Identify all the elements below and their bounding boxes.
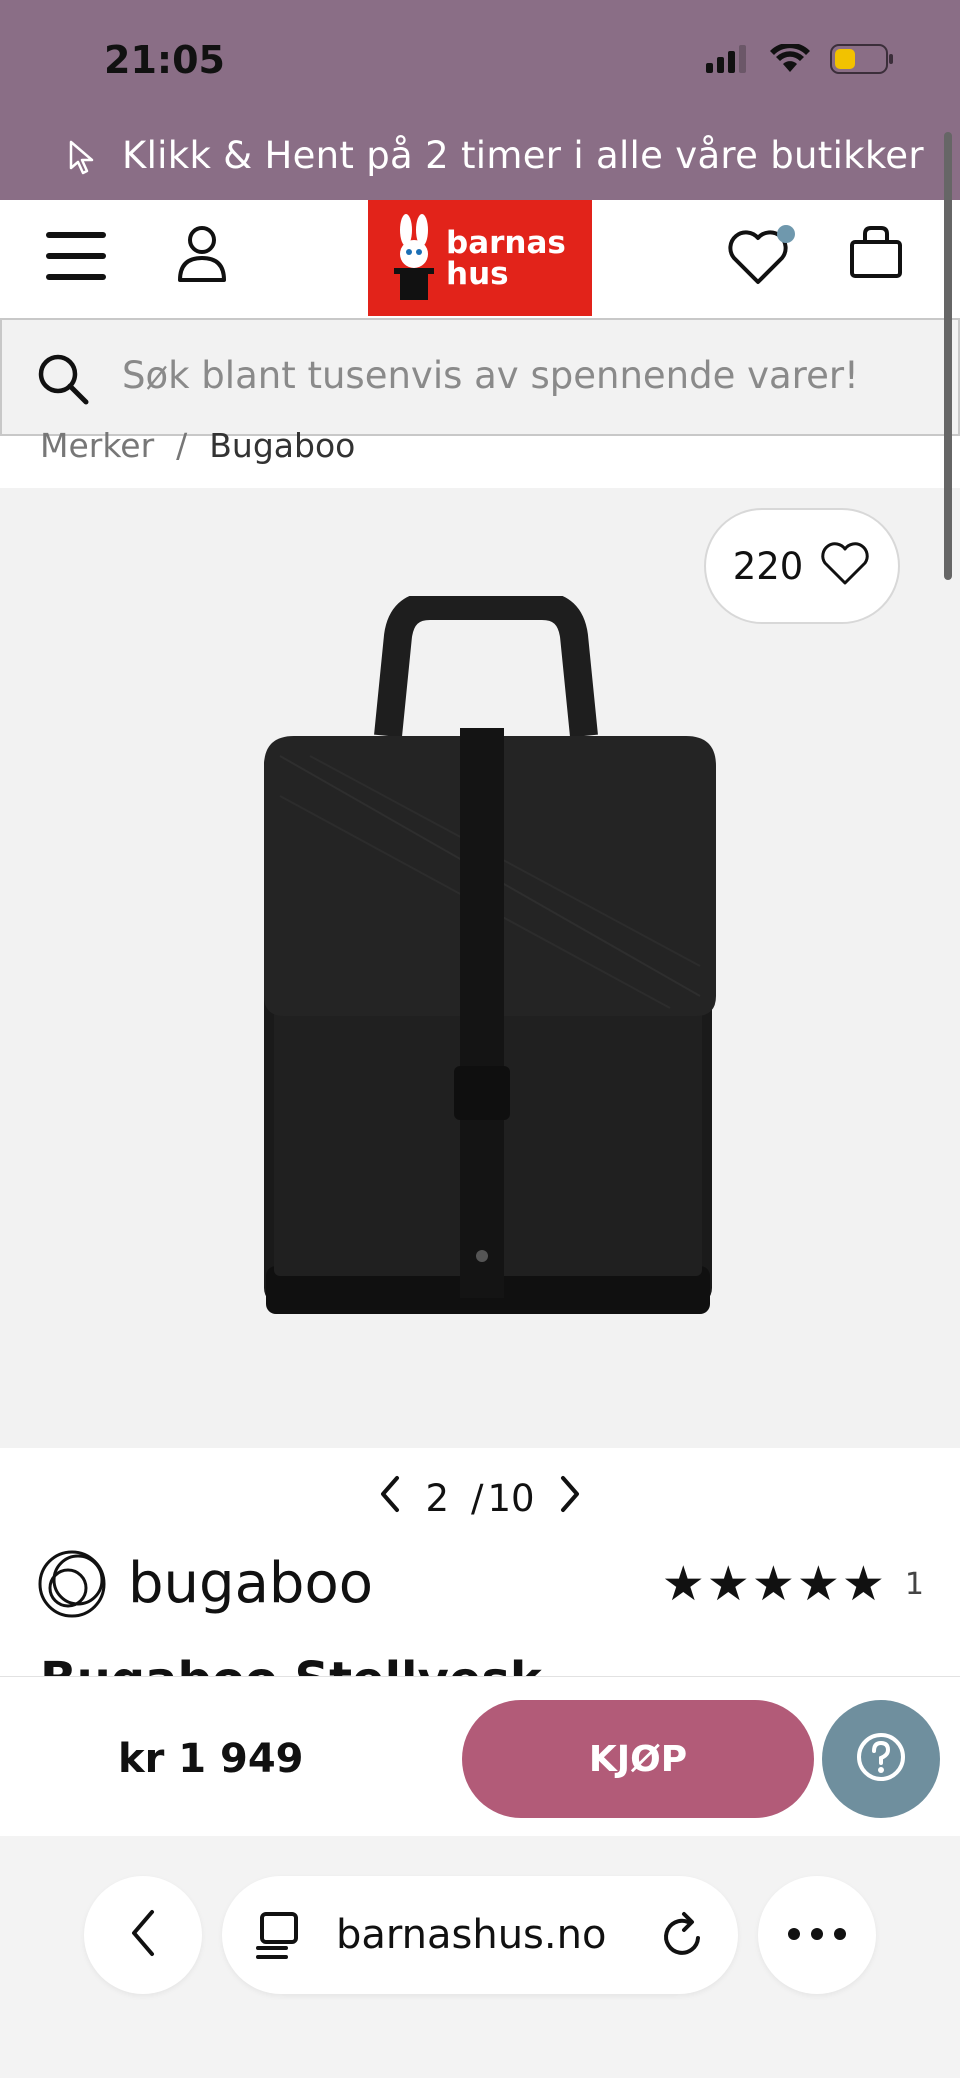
product-rating[interactable]: ★★★★★ 1 xyxy=(662,1556,924,1612)
favorite-button[interactable]: 220 xyxy=(704,508,900,624)
rating-stars: ★★★★★ xyxy=(661,1556,887,1612)
menu-icon[interactable] xyxy=(44,228,108,288)
brand-name: bugaboo xyxy=(128,1551,373,1616)
chevron-right-icon[interactable] xyxy=(557,1474,583,1523)
search-bar[interactable] xyxy=(0,318,960,436)
breadcrumb-item-merker[interactable]: Merker xyxy=(40,426,154,465)
logo-text: barnas hus xyxy=(446,228,566,290)
search-icon xyxy=(36,352,90,410)
question-icon xyxy=(855,1731,907,1787)
scrollbar[interactable] xyxy=(944,132,952,580)
pager-separator: / xyxy=(470,1477,484,1520)
chevron-left-icon[interactable] xyxy=(377,1474,403,1523)
cart-icon[interactable] xyxy=(848,224,904,284)
product-price: kr 1 949 xyxy=(118,1736,304,1782)
status-time: 21:05 xyxy=(104,38,225,82)
pager-total: 10 xyxy=(487,1477,535,1520)
back-button[interactable] xyxy=(84,1876,202,1994)
wishlist-icon[interactable] xyxy=(728,222,800,292)
search-input[interactable] xyxy=(122,354,922,397)
more-button[interactable] xyxy=(758,1876,876,1994)
wifi-icon xyxy=(770,42,810,78)
breadcrumb-item-bugaboo[interactable]: Bugaboo xyxy=(209,426,355,465)
url-text: barnashus.no xyxy=(336,1912,607,1958)
address-bar[interactable]: barnashus.no xyxy=(222,1876,738,1994)
buy-button[interactable]: KJØP xyxy=(462,1700,814,1818)
favorite-count: 220 xyxy=(732,544,804,588)
account-icon[interactable] xyxy=(176,224,228,288)
cursor-icon xyxy=(68,140,96,180)
breadcrumb-separator: / xyxy=(176,426,188,465)
backpack-image xyxy=(264,596,716,1314)
signal-icon xyxy=(706,45,750,77)
page-icon xyxy=(256,1912,302,1964)
battery-icon xyxy=(830,44,894,78)
gallery-pager: 2 / 10 xyxy=(0,1474,960,1523)
more-icon xyxy=(787,1926,847,1945)
breadcrumb: Merker / Bugaboo xyxy=(40,426,355,465)
logo-line2: hus xyxy=(446,256,509,292)
promo-text: Klikk & Hent på 2 timer i alle våre buti… xyxy=(122,134,924,177)
heart-icon xyxy=(819,541,871,591)
brand-logo[interactable]: bugaboo xyxy=(36,1548,416,1632)
pager-current: 2 xyxy=(425,1477,449,1520)
barnashus-logo[interactable]: barnas hus xyxy=(368,200,592,316)
reload-icon[interactable] xyxy=(660,1910,706,1964)
logo-line1: barnas xyxy=(446,225,566,261)
status-icons xyxy=(706,42,894,78)
rating-count: 1 xyxy=(904,1566,924,1602)
help-button[interactable] xyxy=(822,1700,940,1818)
chevron-left-icon xyxy=(128,1908,158,1962)
rabbit-hat-icon xyxy=(394,214,434,300)
product-gallery[interactable]: 220 xyxy=(0,488,960,1448)
